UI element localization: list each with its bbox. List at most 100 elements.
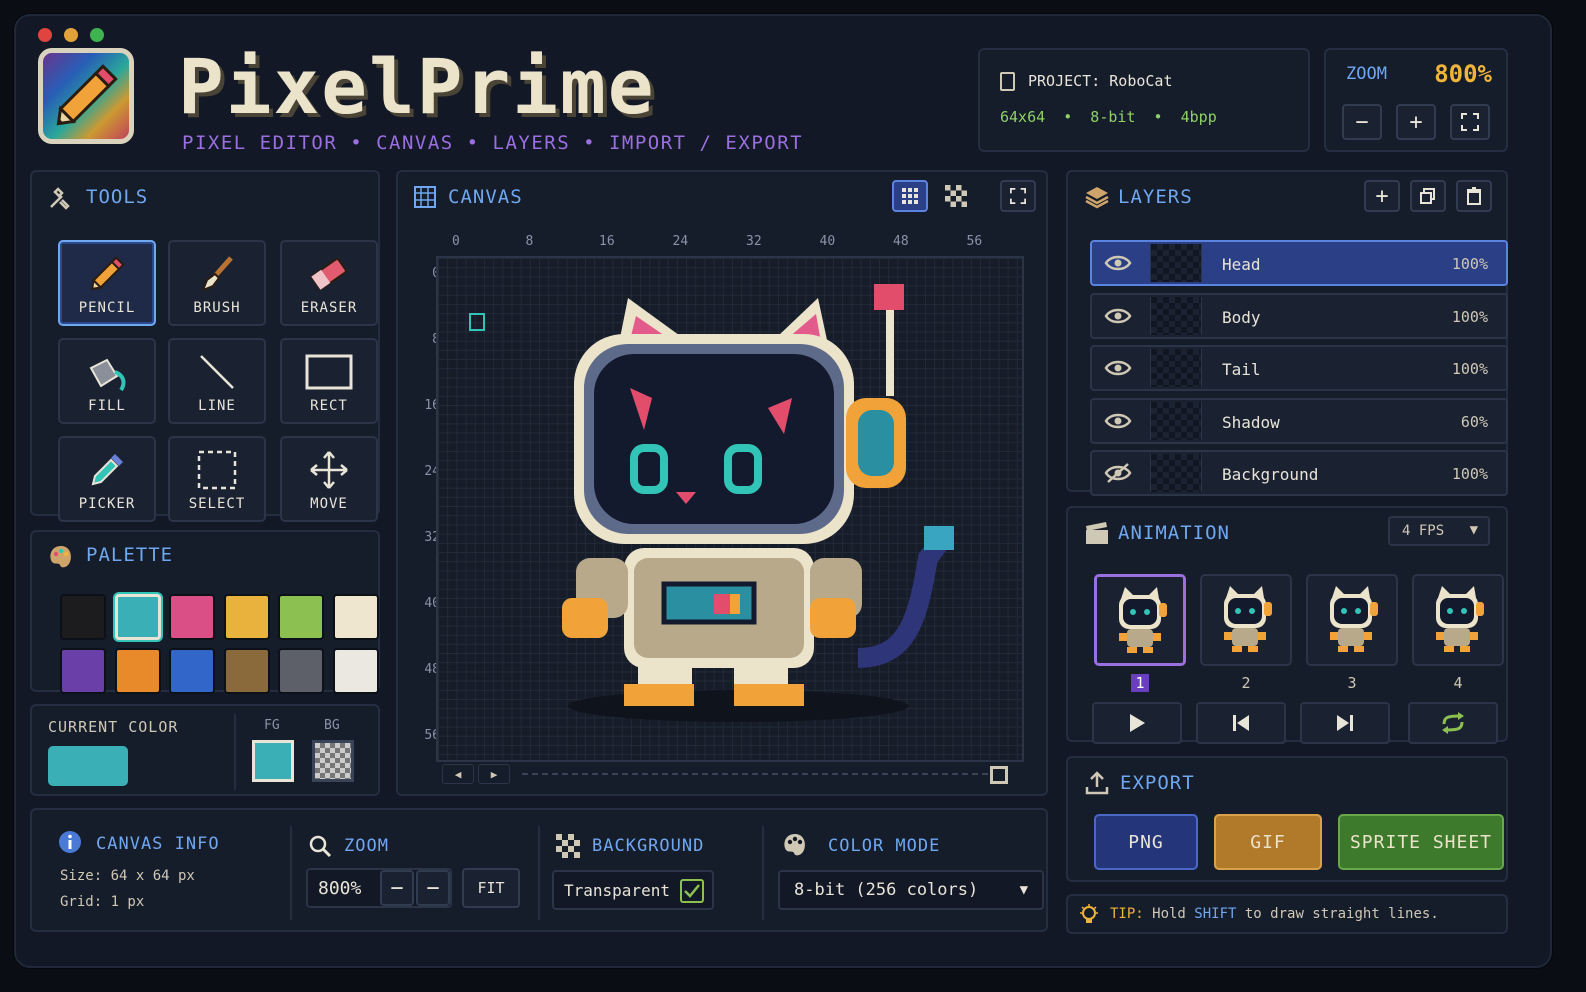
tip-prefix: TIP: [1110, 906, 1144, 922]
checkmark-icon [684, 884, 700, 898]
zoom-label: ZOOM [1346, 64, 1387, 84]
palette-swatch[interactable] [114, 648, 161, 694]
palette-swatch[interactable] [60, 594, 106, 640]
fps-select[interactable]: 4 FPS ▼ [1388, 516, 1490, 546]
eye-icon[interactable] [1104, 357, 1132, 379]
scroll-left-button[interactable]: ◀ [442, 764, 474, 784]
export-png-button[interactable]: PNG [1094, 814, 1198, 870]
tool-fill[interactable]: FILL [58, 338, 156, 424]
document-icon [1000, 72, 1015, 91]
color-mode-select[interactable]: 8-bit (256 colors) ▼ [778, 870, 1044, 910]
canvas-scrollbar[interactable]: ◀ ▶ [438, 760, 1022, 784]
animation-frame[interactable] [1412, 574, 1504, 666]
frame-thumbnail [1436, 586, 1484, 652]
eye-icon[interactable] [1104, 252, 1132, 274]
background-color-swatch[interactable] [312, 740, 354, 782]
previous-frame-button[interactable] [1196, 702, 1286, 744]
palette-swatch[interactable] [278, 594, 324, 640]
tool-eraser[interactable]: ERASER [280, 240, 378, 326]
palette-swatch[interactable] [223, 594, 270, 640]
foreground-color-swatch[interactable] [252, 740, 294, 782]
tool-pencil[interactable]: PENCIL [58, 240, 156, 326]
export-gif-button[interactable]: GIF [1214, 814, 1322, 870]
export-sprite-sheet-button[interactable]: SPRITE SHEET [1338, 814, 1504, 870]
scroll-thumb[interactable] [990, 766, 1008, 784]
scroll-right-button[interactable]: ▶ [478, 764, 510, 784]
palette-swatch[interactable] [60, 648, 106, 694]
add-layer-button[interactable]: + [1364, 180, 1400, 212]
current-color-swatch[interactable] [48, 746, 128, 786]
scroll-track[interactable] [522, 773, 992, 775]
delete-layer-button[interactable] [1456, 180, 1492, 212]
tool-rect[interactable]: RECT [280, 338, 378, 424]
close-window-button[interactable] [38, 28, 52, 42]
fit-screen-button[interactable] [1450, 104, 1490, 140]
window-controls [38, 28, 104, 42]
palette-swatch[interactable] [169, 594, 215, 640]
eye-icon[interactable] [1104, 305, 1132, 327]
zoom-box: ZOOM 800% − + [1324, 48, 1508, 152]
palette-swatch[interactable] [114, 594, 161, 640]
palette-swatch[interactable] [332, 648, 379, 694]
layer-row[interactable]: Head 100% [1090, 240, 1508, 286]
transparency-toggle-button[interactable] [938, 180, 974, 212]
animation-frame[interactable] [1306, 574, 1398, 666]
tool-line[interactable]: LINE [168, 338, 266, 424]
lightbulb-icon [1080, 904, 1098, 923]
tool-picker[interactable]: PICKER [58, 436, 156, 522]
background-title: BACKGROUND [592, 836, 705, 856]
zoom-fit-button[interactable]: FIT [462, 868, 520, 908]
layer-row[interactable]: Shadow 60% [1090, 397, 1508, 444]
tool-brush[interactable]: BRUSH [168, 240, 266, 326]
divider [234, 714, 236, 790]
zoom-out-button[interactable]: − [1342, 104, 1382, 140]
palette-swatch[interactable] [223, 648, 270, 694]
palette-swatch[interactable] [278, 648, 324, 694]
plus-icon: + [1375, 183, 1389, 209]
tool-move[interactable]: MOVE [280, 436, 378, 522]
grid-toggle-button[interactable] [892, 180, 928, 212]
canvas-fullscreen-button[interactable] [1000, 180, 1036, 212]
next-frame-button[interactable] [1300, 702, 1390, 744]
animation-title: ANIMATION [1118, 522, 1230, 544]
zoom-decrease-button[interactable]: − [380, 870, 414, 906]
minus-icon: − [426, 875, 440, 901]
app-subtitle: PIXEL EDITOR • CANVAS • LAYERS • IMPORT … [182, 132, 804, 154]
maximize-window-button[interactable] [90, 28, 104, 42]
eraser-icon [311, 258, 347, 290]
transparent-checkbox[interactable] [680, 879, 704, 903]
tip-bar: TIP: Hold SHIFT to draw straight lines. [1066, 894, 1508, 934]
palette-icon [784, 834, 805, 856]
palette-swatch[interactable] [332, 594, 379, 640]
layer-row[interactable]: Tail 100% [1090, 345, 1508, 391]
tip-key: SHIFT [1194, 906, 1237, 922]
brush-icon [201, 256, 233, 292]
minimize-window-button[interactable] [64, 28, 78, 42]
palette-swatch[interactable] [169, 648, 215, 694]
tool-select[interactable]: SELECT [168, 436, 266, 522]
frame-number: 3 [1306, 674, 1398, 692]
layer-row[interactable]: Body 100% [1090, 292, 1508, 339]
duplicate-layer-button[interactable] [1410, 180, 1446, 212]
loop-button[interactable] [1408, 702, 1498, 744]
zoom-decrease-alt-button[interactable]: − [416, 870, 450, 906]
zoom-in-button[interactable]: + [1396, 104, 1436, 140]
zoom-value: 800% [1434, 60, 1492, 88]
pixel-canvas[interactable] [436, 256, 1024, 762]
ruler-tick-label: 24 [672, 234, 689, 249]
play-button[interactable] [1092, 702, 1182, 744]
grid-dots-icon [902, 188, 918, 204]
layer-name: Background [1222, 465, 1319, 484]
layer-row[interactable]: Background 100% [1090, 450, 1508, 496]
eye-off-icon[interactable] [1104, 462, 1132, 484]
eye-icon[interactable] [1104, 410, 1132, 432]
animation-frame[interactable] [1094, 574, 1186, 666]
eyedropper-icon [91, 454, 123, 486]
pencil-icon [90, 256, 125, 291]
chevron-right-icon: ▶ [490, 767, 498, 781]
frame-thumbnail [1119, 587, 1167, 653]
current-color-label: CURRENT COLOR [48, 718, 179, 736]
project-info: PROJECT: RoboCat 64x64 • 8-bit • 4bpp [978, 48, 1310, 152]
app-logo [38, 48, 134, 144]
animation-frame[interactable] [1200, 574, 1292, 666]
